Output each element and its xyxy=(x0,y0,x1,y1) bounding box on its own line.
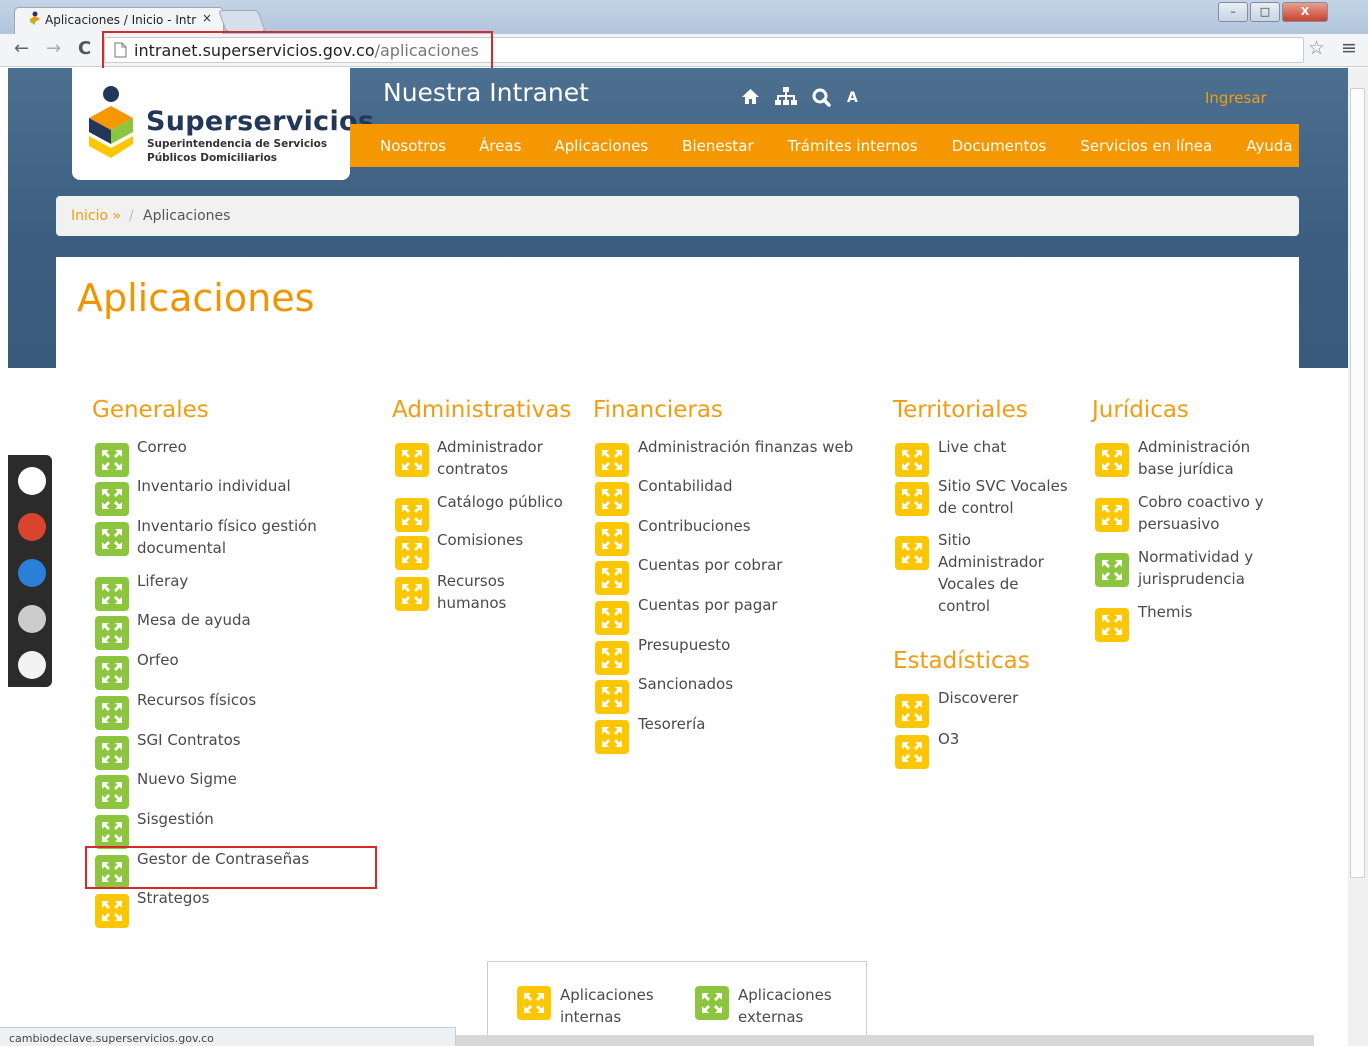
settings-dock-icon[interactable] xyxy=(18,605,46,633)
app-link-cobro-coactivo-y-persuasivo[interactable]: Cobro coactivo y persuasivo xyxy=(1138,491,1268,535)
internal-app-icon xyxy=(695,986,729,1020)
internal-app-icon[interactable] xyxy=(95,736,129,770)
app-link-sitio-svc-vocales-de-control[interactable]: Sitio SVC Vocales de control xyxy=(938,475,1068,519)
internal-app-icon[interactable] xyxy=(95,482,129,516)
app-link-live-chat[interactable]: Live chat xyxy=(938,436,1068,458)
internal-app-icon[interactable] xyxy=(95,522,129,556)
app-link-recursos-humanos[interactable]: Recursos humanos xyxy=(437,570,567,614)
app-link-presupuesto[interactable]: Presupuesto xyxy=(638,634,868,656)
legend-external: Aplicaciones externas xyxy=(738,986,832,1026)
internal-app-icon[interactable] xyxy=(95,616,129,650)
horizontal-scrollbar[interactable] xyxy=(456,1035,1314,1046)
app-link-sgi-contratos[interactable]: SGI Contratos xyxy=(137,729,327,751)
app-link-contabilidad[interactable]: Contabilidad xyxy=(638,475,868,497)
linux-dock-icon[interactable] xyxy=(18,651,46,679)
app-link-normatividad-y-jurisprudencia[interactable]: Normatividad y jurisprudencia xyxy=(1138,546,1268,590)
external-app-icon[interactable] xyxy=(595,482,629,516)
internal-app-icon[interactable] xyxy=(95,577,129,611)
tools-dock-icon[interactable] xyxy=(18,513,46,541)
external-app-icon[interactable] xyxy=(595,641,629,675)
external-app-icon[interactable] xyxy=(1095,608,1129,642)
external-app-icon[interactable] xyxy=(395,498,429,532)
app-link-sisgestión[interactable]: Sisgestión xyxy=(137,808,327,830)
app-link-correo[interactable]: Correo xyxy=(137,436,327,458)
scrollbar-thumb[interactable] xyxy=(1350,88,1365,878)
external-app-icon[interactable] xyxy=(895,443,929,477)
app-link-themis[interactable]: Themis xyxy=(1138,601,1268,623)
app-link-mesa-de-ayuda[interactable]: Mesa de ayuda xyxy=(137,609,327,631)
app-link-recursos-físicos[interactable]: Recursos físicos xyxy=(137,689,327,711)
external-app-icon[interactable] xyxy=(595,720,629,754)
status-bar: cambiodeclave.superservicios.gov.co xyxy=(0,1027,456,1046)
side-dock xyxy=(8,455,52,687)
app-link-liferay[interactable]: Liferay xyxy=(137,570,327,592)
internal-app-icon[interactable] xyxy=(95,815,129,849)
app-link-sancionados[interactable]: Sancionados xyxy=(638,673,868,695)
external-app-icon[interactable] xyxy=(1095,498,1129,532)
superservicios-dock-icon[interactable] xyxy=(18,467,46,495)
external-app-icon[interactable] xyxy=(895,536,929,570)
app-link-cuentas-por-cobrar[interactable]: Cuentas por cobrar xyxy=(638,554,868,576)
app-link-strategos[interactable]: Strategos xyxy=(137,887,327,909)
internal-app-icon[interactable] xyxy=(95,656,129,690)
internal-app-icon[interactable] xyxy=(95,775,129,809)
external-app-icon[interactable] xyxy=(595,561,629,595)
app-link-orfeo[interactable]: Orfeo xyxy=(137,649,327,671)
external-app-icon[interactable] xyxy=(95,894,129,928)
internal-app-icon[interactable] xyxy=(95,696,129,730)
external-app-icon[interactable] xyxy=(595,522,629,556)
app-link-o3[interactable]: O3 xyxy=(938,728,1068,750)
external-app-icon[interactable] xyxy=(395,536,429,570)
app-link-administrador-contratos[interactable]: Administrador contratos xyxy=(437,436,567,480)
mail-dock-icon[interactable] xyxy=(18,559,46,587)
app-link-administración-finanzas-web[interactable]: Administración finanzas web xyxy=(638,436,868,458)
external-app-icon[interactable] xyxy=(395,577,429,611)
external-app-icon[interactable] xyxy=(895,482,929,516)
app-link-catálogo-público[interactable]: Catálogo público xyxy=(437,491,567,513)
external-app-icon[interactable] xyxy=(595,443,629,477)
app-link-inventario-individual[interactable]: Inventario individual xyxy=(137,475,327,497)
app-link-contribuciones[interactable]: Contribuciones xyxy=(638,515,868,537)
external-app-icon[interactable] xyxy=(895,694,929,728)
app-link-discoverer[interactable]: Discoverer xyxy=(938,687,1068,709)
app-link-nuevo-sigme[interactable]: Nuevo Sigme xyxy=(137,768,327,790)
app-link-comisiones[interactable]: Comisiones xyxy=(437,529,567,551)
app-link-tesorería[interactable]: Tesorería xyxy=(638,713,868,735)
external-app-icon[interactable] xyxy=(395,443,429,477)
internal-app-icon[interactable] xyxy=(95,443,129,477)
app-link-administración-base-jurídica[interactable]: Administración base jurídica xyxy=(1138,436,1268,480)
internal-app-icon[interactable] xyxy=(1095,553,1129,587)
legend-internal: Aplicaciones internas xyxy=(560,986,654,1026)
applications-grid: Correo Inventario individual Inventario fí… xyxy=(0,0,1368,1046)
app-link-sitio-administrador-vocales-de-control[interactable]: Sitio Administrador Vocales de control xyxy=(938,529,1048,617)
external-app-icon[interactable] xyxy=(595,601,629,635)
external-app-icon[interactable] xyxy=(595,680,629,714)
external-app-icon[interactable] xyxy=(895,735,929,769)
gestor-highlight-box xyxy=(85,846,377,889)
external-app-icon[interactable] xyxy=(1095,443,1129,477)
app-link-cuentas-por-pagar[interactable]: Cuentas por pagar xyxy=(638,594,868,616)
external-app-icon xyxy=(517,986,551,1020)
app-link-inventario-físico-gestión-documental[interactable]: Inventario físico gestión documental xyxy=(137,515,327,559)
